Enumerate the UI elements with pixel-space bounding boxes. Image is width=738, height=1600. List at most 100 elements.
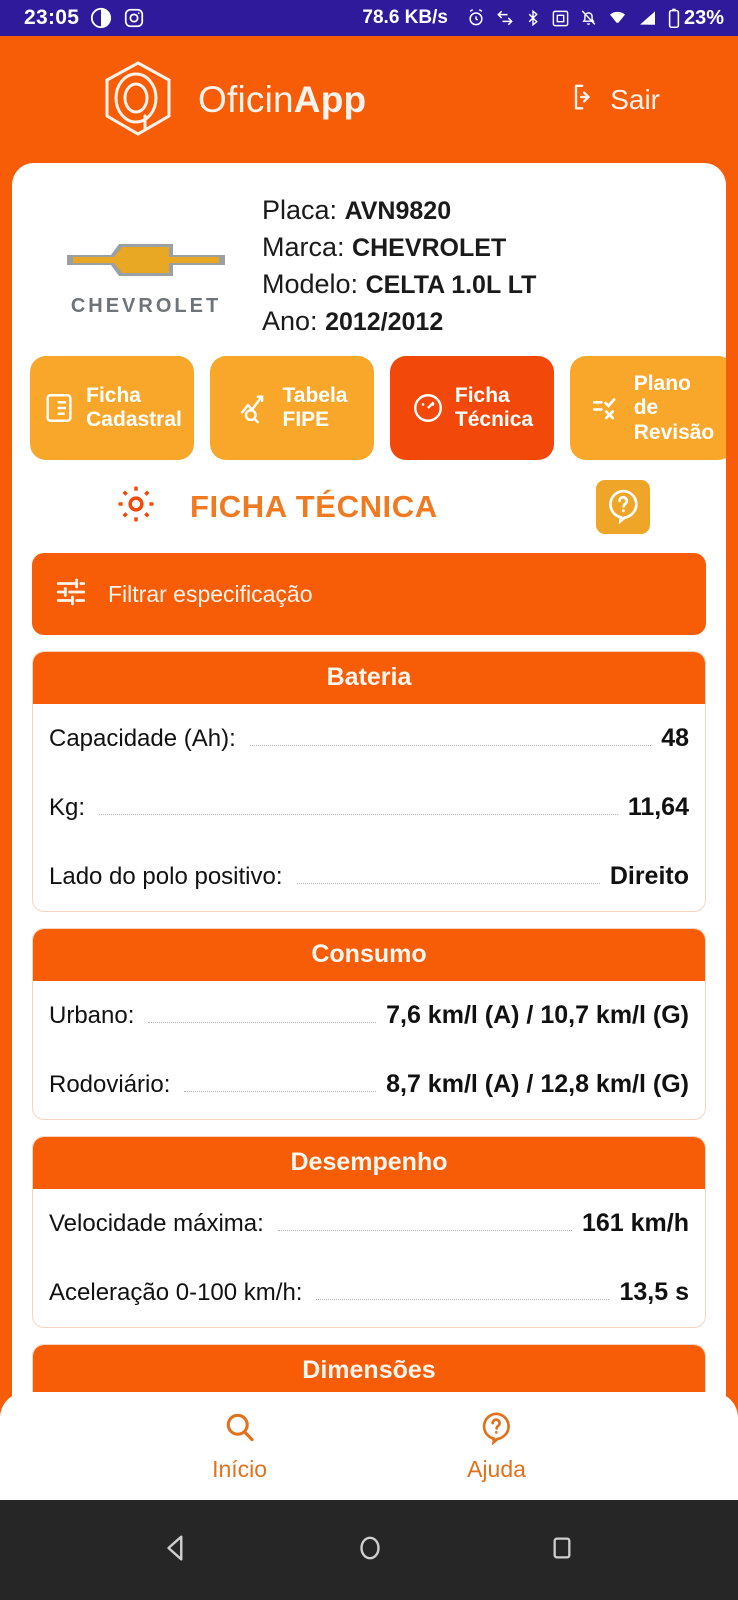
spec-label: Velocidade máxima: [49,1210,264,1238]
field-value: CHEVROLET [352,234,506,262]
filter-bar[interactable]: Filtrar especificação [32,553,706,635]
tab-plano-de-revisao[interactable]: Plano de Revisão [570,356,726,460]
gauge-icon [411,391,445,425]
status-bar-left: 23:05 [24,6,145,30]
bell-muted-icon [579,8,598,28]
leader-dots [278,1230,572,1231]
spec-value: 7,6 km/l (A) / 10,7 km/l (G) [386,1001,689,1030]
spec-value: 48 [661,724,689,753]
vehicle-field-marca: Marca: CHEVROLET [262,232,536,264]
tab-label: Tabela FIPE [283,384,348,432]
sliders-icon [54,575,88,614]
vehicle-field-ano: Ano: 2012/2012 [262,306,536,338]
spec-label: Lado do polo positivo: [49,863,283,891]
tab-label: Ficha Técnica [455,384,533,432]
vehicle-brand-logo: CHEVROLET [30,191,262,342]
spec-card-title: Desempenho [33,1137,705,1189]
gear-icon [114,482,158,531]
bluetooth-icon [524,8,542,28]
help-question-icon [604,486,642,529]
status-bar-clock: 23:05 [24,6,79,30]
spec-card-desempenho: Desempenho Velocidade máxima: 161 km/h A… [32,1136,706,1328]
wifi-icon [607,8,628,28]
field-key: Modelo: [262,269,358,299]
spec-row: Aceleração 0-100 km/h: 13,5 s [33,1258,705,1327]
spec-label: Capacidade (Ah): [49,725,236,753]
vehicle-field-modelo: Modelo: CELTA 1.0L LT [262,269,536,301]
logout-label: Sair [610,84,660,116]
nav-item-inicio[interactable]: Início [212,1409,267,1483]
contrast-circle-icon [90,7,112,29]
spec-label: Urbano: [49,1002,134,1030]
leader-dots [297,883,600,884]
tab-ficha-tecnica[interactable]: Ficha Técnica [390,356,554,460]
leader-dots [99,814,618,815]
spec-card-title: Bateria [33,652,705,704]
nav-label: Início [212,1456,267,1483]
leader-dots [184,1091,376,1092]
spec-card-consumo: Consumo Urbano: 7,6 km/l (A) / 10,7 km/l… [32,928,706,1120]
chevrolet-bowtie-icon [61,229,231,285]
tab-strip[interactable]: Ficha Cadastral Tabela FIPE Ficha Técnic… [12,346,726,474]
field-value: AVN9820 [345,197,452,225]
back-triangle-icon[interactable] [160,1531,194,1570]
spec-row: Capacidade (Ah): 48 [33,704,705,773]
instagram-icon [123,7,145,29]
spec-row: Kg: 11,64 [33,773,705,842]
field-key: Placa: [262,195,337,225]
screenshot-icon [551,9,570,28]
leader-dots [316,1299,609,1300]
page-title: FICHA TÉCNICA [190,489,438,525]
spec-row: Velocidade máxima: 161 km/h [33,1189,705,1258]
search-icon [222,1409,258,1450]
chart-search-icon [237,391,273,425]
field-key: Ano: [262,306,318,336]
tab-tabela-fipe[interactable]: Tabela FIPE [210,356,374,460]
home-circle-icon[interactable] [353,1531,387,1570]
app-title-bold: App [294,79,367,120]
app-title-light: Oficin [198,79,294,120]
section-title-bar: FICHA TÉCNICA [12,474,726,541]
help-button[interactable] [596,480,650,534]
spec-value: 11,64 [628,793,689,822]
spec-card-title: Dimensões [33,1345,705,1397]
spec-row: Lado do polo positivo: Direito [33,842,705,911]
spec-value: 161 km/h [582,1209,689,1238]
spec-card-title: Consumo [33,929,705,981]
leader-dots [250,745,651,746]
content-sheet: CHEVROLET Placa: AVN9820 Marca: CHEVROLE… [12,163,726,1600]
spec-label: Aceleração 0-100 km/h: [49,1279,302,1307]
recents-square-icon[interactable] [546,1532,578,1569]
clipboard-list-icon [42,391,76,425]
spec-value: 13,5 s [619,1278,689,1307]
bottom-navigation: Início Ajuda [0,1392,738,1500]
android-status-bar: 23:05 78.6 KB/s [0,0,738,36]
vehicle-fields: Placa: AVN9820 Marca: CHEVROLET Modelo: … [262,191,536,342]
tab-ficha-cadastral[interactable]: Ficha Cadastral [30,356,194,460]
network-speed-text: 78.6 KB/s [362,7,448,29]
app-root: 23:05 78.6 KB/s [0,0,738,1600]
spec-label: Kg: [49,794,85,822]
android-navigation-bar [0,1500,738,1600]
spec-value: 8,7 km/l (A) / 12,8 km/l (G) [386,1070,689,1099]
vehicle-summary: CHEVROLET Placa: AVN9820 Marca: CHEVROLE… [12,163,726,346]
filter-label: Filtrar especificação [108,581,313,608]
signal-icon [637,8,658,28]
spec-label: Rodoviário: [49,1071,170,1099]
leader-dots [148,1022,376,1023]
brand-block: OficinApp [96,58,366,142]
battery-percent-text: 23% [684,7,724,30]
field-key: Marca: [262,232,345,262]
spec-card-bateria: Bateria Capacidade (Ah): 48 Kg: 11,64 La… [32,651,706,912]
nav-label: Ajuda [467,1456,526,1483]
field-value: 2012/2012 [325,308,443,336]
logout-icon [571,82,601,119]
logout-button[interactable]: Sair [571,82,660,119]
tab-label: Plano de Revisão [634,372,715,444]
spec-row: Rodoviário: 8,7 km/l (A) / 12,8 km/l (G) [33,1050,705,1119]
alarm-icon [466,8,486,28]
field-value: CELTA 1.0L LT [366,271,537,299]
checklist-icon [590,391,624,425]
nav-item-ajuda[interactable]: Ajuda [467,1409,526,1483]
spec-value: Direito [610,862,689,891]
